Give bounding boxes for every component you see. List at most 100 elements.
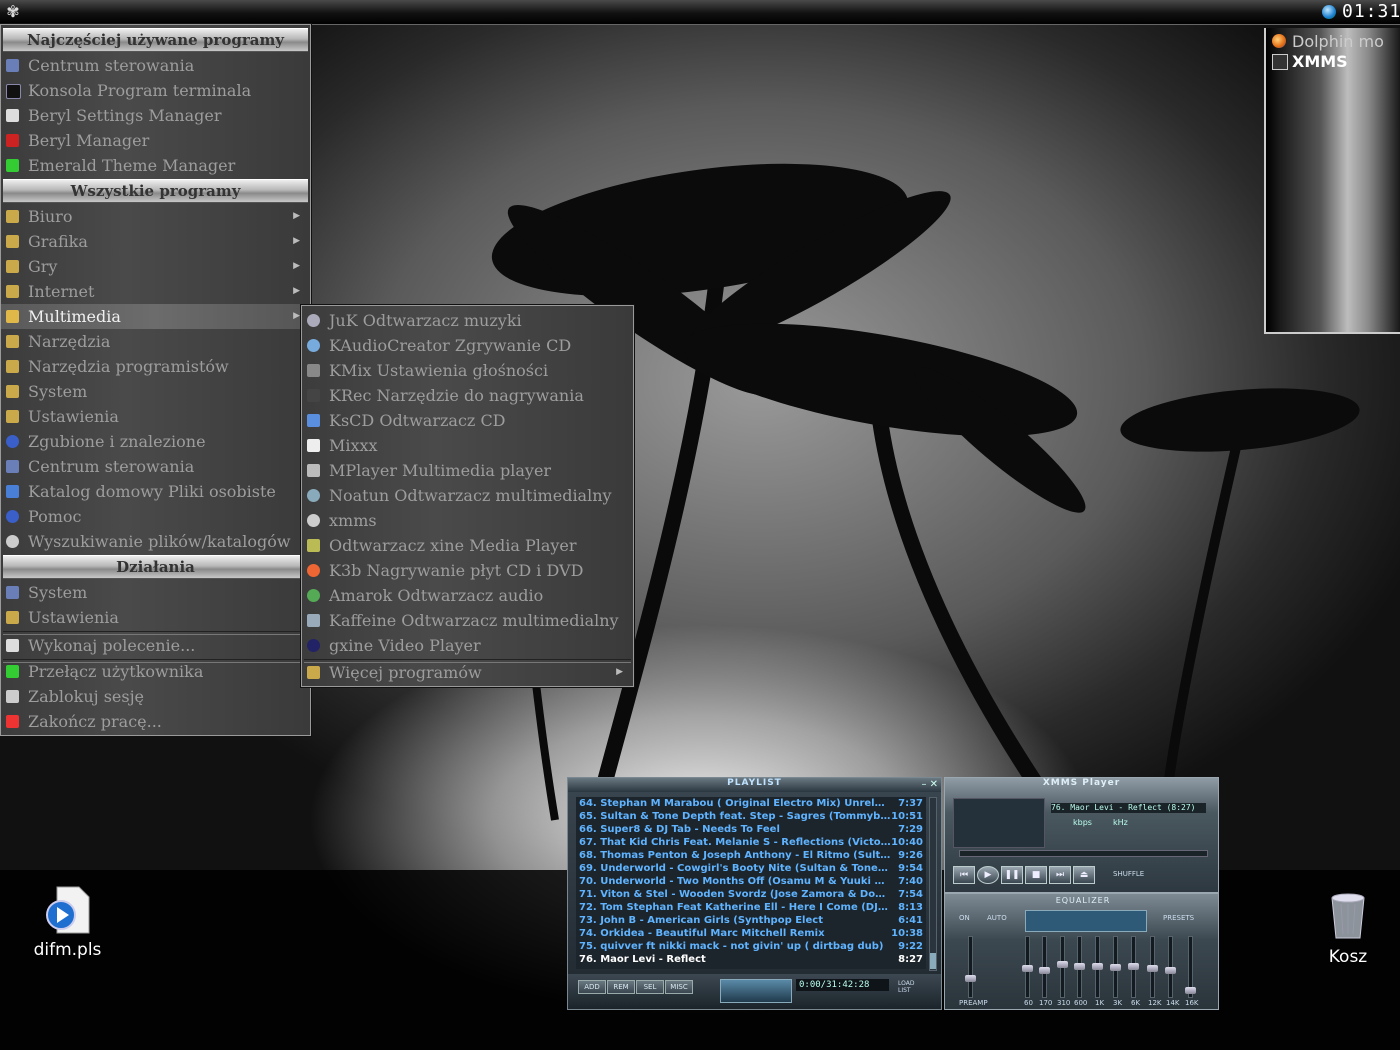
eq-on-toggle[interactable]: ON — [959, 914, 970, 922]
noatun-icon — [307, 489, 320, 502]
submenu-item-juk[interactable]: JuK Odtwarzacz muzyki — [302, 308, 631, 333]
next-icon[interactable]: ⏭ — [1049, 866, 1071, 884]
eq-auto-toggle[interactable]: AUTO — [987, 914, 1007, 922]
gxine-icon — [307, 639, 320, 652]
close-icon[interactable]: – ✕ — [921, 779, 938, 790]
playlist-misc-button[interactable]: MISC — [665, 980, 693, 994]
panel-clock[interactable]: 01:31 — [1342, 1, 1400, 22]
shuffle-button[interactable]: SHUFFLE — [1113, 870, 1144, 878]
scrollbar-thumb[interactable] — [930, 953, 936, 969]
menu-item-actions-ustawienia[interactable]: Ustawienia — [1, 605, 308, 630]
menu-item-emerald[interactable]: Emerald Theme Manager — [1, 153, 308, 178]
playlist-row[interactable]: 70. Underworld - Two Months Off (Osamu M… — [579, 876, 923, 889]
submenu-item-kmix[interactable]: KMix Ustawienia głośności — [302, 358, 631, 383]
menu-item-pomoc[interactable]: Pomoc — [1, 504, 308, 529]
playlist-row[interactable]: 74. Orkidea - Beautiful Marc Mitchell Re… — [579, 928, 923, 941]
menu-item-ustawienia[interactable]: Ustawienia — [1, 404, 308, 429]
menu-item-actions-system[interactable]: System — [1, 580, 308, 605]
menu-item-logout[interactable]: Zakończ pracę... — [1, 709, 308, 734]
menu-item-internet[interactable]: Internet ▶ — [1, 279, 308, 304]
playlist-scrollbar[interactable] — [929, 797, 937, 971]
play-icon[interactable]: ▶ — [977, 866, 999, 884]
menu-item-gry[interactable]: Gry ▶ — [1, 254, 308, 279]
playlist-row[interactable]: 72. Tom Stephan Feat Katherine Ell - Her… — [579, 902, 923, 915]
previous-icon[interactable]: ⏮ — [953, 866, 975, 884]
eq-band-slider[interactable] — [1147, 936, 1158, 998]
playlist-row[interactable]: 67. That Kid Chris Feat. Melanie S - Ref… — [579, 837, 923, 850]
network-globe-icon[interactable] — [1322, 5, 1336, 19]
menu-item-biuro[interactable]: Biuro ▶ — [1, 204, 308, 229]
eq-band-slider[interactable] — [1057, 936, 1068, 998]
menu-item-konsole[interactable]: Konsola Program terminala — [1, 78, 308, 103]
playlist-remove-button[interactable]: REM — [607, 980, 635, 994]
stop-icon[interactable]: ■ — [1025, 866, 1047, 884]
emerald-icon — [6, 159, 19, 172]
window-item-xmms[interactable]: XMMS — [1266, 52, 1400, 72]
menu-item-beryl-manager[interactable]: Beryl Manager — [1, 128, 308, 153]
window-item-dolphin[interactable]: Dolphin mo — [1266, 32, 1400, 52]
menu-item-narzedzia[interactable]: Narzędzia — [1, 329, 308, 354]
playlist-row-current[interactable]: 76. Maor Levi - Reflect 8:27 — [579, 954, 923, 967]
playlist-row[interactable]: 73. John B - American Girls (Synthpop El… — [579, 915, 923, 928]
eq-band-slider[interactable] — [1022, 936, 1033, 998]
playlist-select-button[interactable]: SEL — [636, 980, 664, 994]
load-list-button[interactable]: LOAD LIST — [898, 980, 920, 994]
eq-presets-button[interactable]: PRESETS — [1163, 914, 1194, 922]
eq-band-slider[interactable] — [1092, 936, 1103, 998]
submenu-item-krec[interactable]: KRec Narzędzie do nagrywania — [302, 383, 631, 408]
playlist-row[interactable]: 71. Viton & Stel - Wooden Svordz (Jose Z… — [579, 889, 923, 902]
eq-band-label: 16K — [1185, 999, 1199, 1007]
submenu-item-amarok[interactable]: Amarok Odtwarzacz audio — [302, 583, 631, 608]
eq-band-slider[interactable] — [1185, 936, 1196, 998]
submenu-item-mplayer[interactable]: MPlayer Multimedia player — [302, 458, 631, 483]
eq-preamp-slider[interactable] — [965, 936, 976, 998]
menu-item-switch-user[interactable]: Przełącz użytkownika — [1, 659, 308, 684]
submenu-arrow-icon: ▶ — [293, 236, 300, 246]
eq-band-slider[interactable] — [1074, 936, 1085, 998]
xmms-title[interactable]: XMMS Player — [945, 778, 1218, 792]
playlist-row[interactable]: 68. Thomas Penton & Joseph Anthony - El … — [579, 850, 923, 863]
submenu-item-gxine[interactable]: gxine Video Player — [302, 633, 631, 658]
menu-item-multimedia[interactable]: Multimedia ▶ — [1, 304, 308, 329]
menu-item-system[interactable]: System — [1, 379, 308, 404]
pause-icon[interactable]: ❚❚ — [1001, 866, 1023, 884]
playlist-row[interactable]: 69. Underworld - Cowgirl's Booty Nite (S… — [579, 863, 923, 876]
menu-item-zgubione[interactable]: Zgubione i znalezione — [1, 429, 308, 454]
eq-band-slider[interactable] — [1165, 936, 1176, 998]
submenu-item-k3b[interactable]: K3b Nagrywanie płyt CD i DVD — [302, 558, 631, 583]
submenu-item-kscd[interactable]: KsCD Odtwarzacz CD — [302, 408, 631, 433]
menu-item-home-folder[interactable]: Katalog domowy Pliki osobiste — [1, 479, 308, 504]
playlist-title[interactable]: PLAYLIST — [568, 778, 941, 792]
desktop-icon-difm[interactable]: difm.pls — [20, 885, 115, 960]
playlist-row[interactable]: 64. Stephan M Marabou ( Original Electro… — [579, 798, 923, 811]
xmms-khz-label: kHz — [1113, 818, 1128, 827]
eq-band-slider[interactable] — [1110, 936, 1121, 998]
submenu-item-xmms[interactable]: xmms — [302, 508, 631, 533]
submenu-item-kaudiocreator[interactable]: KAudioCreator Zgrywanie CD — [302, 333, 631, 358]
menu-item-lock-session[interactable]: Zablokuj sesję — [1, 684, 308, 709]
menu-item-beryl-settings[interactable]: Beryl Settings Manager — [1, 103, 308, 128]
menu-item-run-command[interactable]: Wykonaj polecenie... — [1, 633, 308, 658]
eject-icon[interactable]: ⏏ — [1073, 866, 1095, 884]
playlist-row[interactable]: 65. Sultan & Tone Depth feat. Step - Sag… — [579, 811, 923, 824]
xmms-seek-bar[interactable] — [959, 850, 1208, 857]
menu-item-search-files[interactable]: Wyszukiwanie plików/katalogów — [1, 529, 308, 554]
menu-item-centrum-sterowania[interactable]: Centrum sterowania — [1, 454, 308, 479]
eq-band-slider[interactable] — [1039, 936, 1050, 998]
playlist-row[interactable]: 66. Super8 & DJ Tab - Needs To Feel 7:29 — [579, 824, 923, 837]
submenu-item-xine[interactable]: Odtwarzacz xine Media Player — [302, 533, 631, 558]
menu-item-grafika[interactable]: Grafika ▶ — [1, 229, 308, 254]
playlist-controls: ADD REM SEL MISC 0:00/31:42:28 LOAD LIST — [568, 974, 941, 1009]
kmenu-button[interactable]: ✾ — [4, 3, 22, 21]
playlist-row[interactable]: 75. quivver ft nikki mack - not givin' u… — [579, 941, 923, 954]
eq-band-slider[interactable] — [1128, 936, 1139, 998]
playlist-add-button[interactable]: ADD — [578, 980, 606, 994]
submenu-item-kaffeine[interactable]: Kaffeine Odtwarzacz multimedialny — [302, 608, 631, 633]
submenu-item-noatun[interactable]: Noatun Odtwarzacz multimedialny — [302, 483, 631, 508]
desktop-icon-trash[interactable]: Kosz — [1315, 890, 1381, 967]
system-icon — [6, 586, 19, 599]
menu-item-control-center[interactable]: Centrum sterowania — [1, 53, 308, 78]
menu-item-narzedzia-programistow[interactable]: Narzędzia programistów — [1, 354, 308, 379]
submenu-item-more[interactable]: Więcej programów ▶ — [302, 660, 631, 685]
submenu-item-mixxx[interactable]: Mixxx — [302, 433, 631, 458]
